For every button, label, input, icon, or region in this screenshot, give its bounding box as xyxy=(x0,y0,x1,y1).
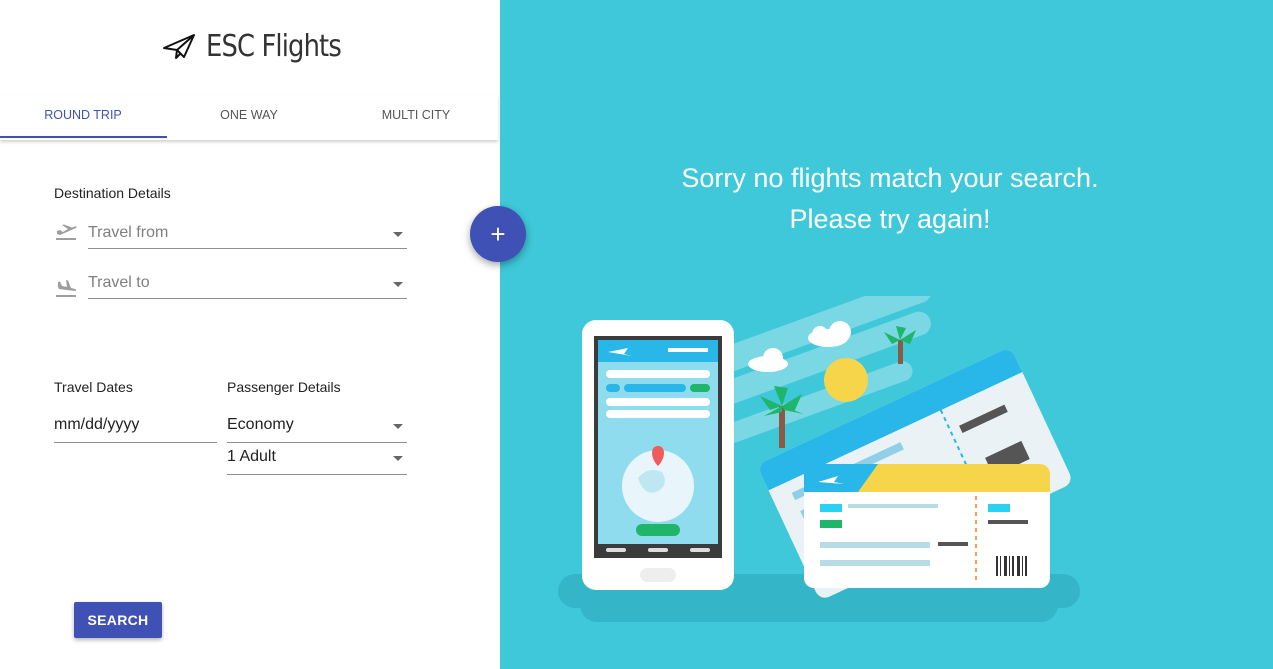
cabin-class-select[interactable]: Economy xyxy=(227,412,407,443)
passenger-count-select[interactable]: 1 Adult xyxy=(227,444,407,475)
flight-land-icon xyxy=(56,280,77,297)
paper-plane-icon xyxy=(163,34,195,59)
results-panel: Sorry no flights match your search. Plea… xyxy=(500,0,1273,669)
travel-dates-heading: Travel Dates xyxy=(54,379,133,395)
travel-illustration xyxy=(558,296,1080,622)
chevron-down-icon[interactable] xyxy=(393,456,403,461)
tab-one-way[interactable]: ONE WAY xyxy=(166,96,332,140)
search-button[interactable]: SEARCH xyxy=(74,602,162,638)
flight-takeoff-icon xyxy=(56,224,77,240)
ticket-illustration xyxy=(804,464,1050,588)
tab-multi-city[interactable]: MULTI CITY xyxy=(333,96,499,140)
app-title: ESC Flights xyxy=(206,28,342,64)
chevron-down-icon[interactable] xyxy=(393,232,403,237)
travel-from-field[interactable]: Travel from xyxy=(88,220,407,249)
brand: ESC Flights xyxy=(162,26,363,66)
phone-illustration xyxy=(582,320,734,590)
cabin-class-value: Economy xyxy=(227,416,294,433)
trip-type-tabs: ROUND TRIP ONE WAY MULTI CITY xyxy=(0,96,498,140)
add-icon: + xyxy=(490,218,506,249)
travel-from-placeholder: Travel from xyxy=(88,224,169,241)
tab-round-trip[interactable]: ROUND TRIP xyxy=(0,96,166,140)
passenger-details-heading: Passenger Details xyxy=(227,379,341,395)
chevron-down-icon[interactable] xyxy=(393,424,403,429)
sun-icon xyxy=(824,358,868,402)
no-results-message: Sorry no flights match your search. Plea… xyxy=(681,163,1099,234)
travel-to-field[interactable]: Travel to xyxy=(88,270,407,299)
passenger-count-value: 1 Adult xyxy=(227,448,276,465)
add-destination-button[interactable]: + xyxy=(470,206,526,262)
chevron-down-icon[interactable] xyxy=(393,282,403,287)
destination-heading: Destination Details xyxy=(54,185,171,201)
search-panel: ESC Flights ROUND TRIP ONE WAY MULTI CIT… xyxy=(0,0,500,669)
date-placeholder: mm/dd/yyyy xyxy=(54,416,140,433)
travel-date-input[interactable]: mm/dd/yyyy xyxy=(54,412,217,443)
travel-to-placeholder: Travel to xyxy=(88,274,150,291)
active-tab-indicator xyxy=(0,136,167,138)
